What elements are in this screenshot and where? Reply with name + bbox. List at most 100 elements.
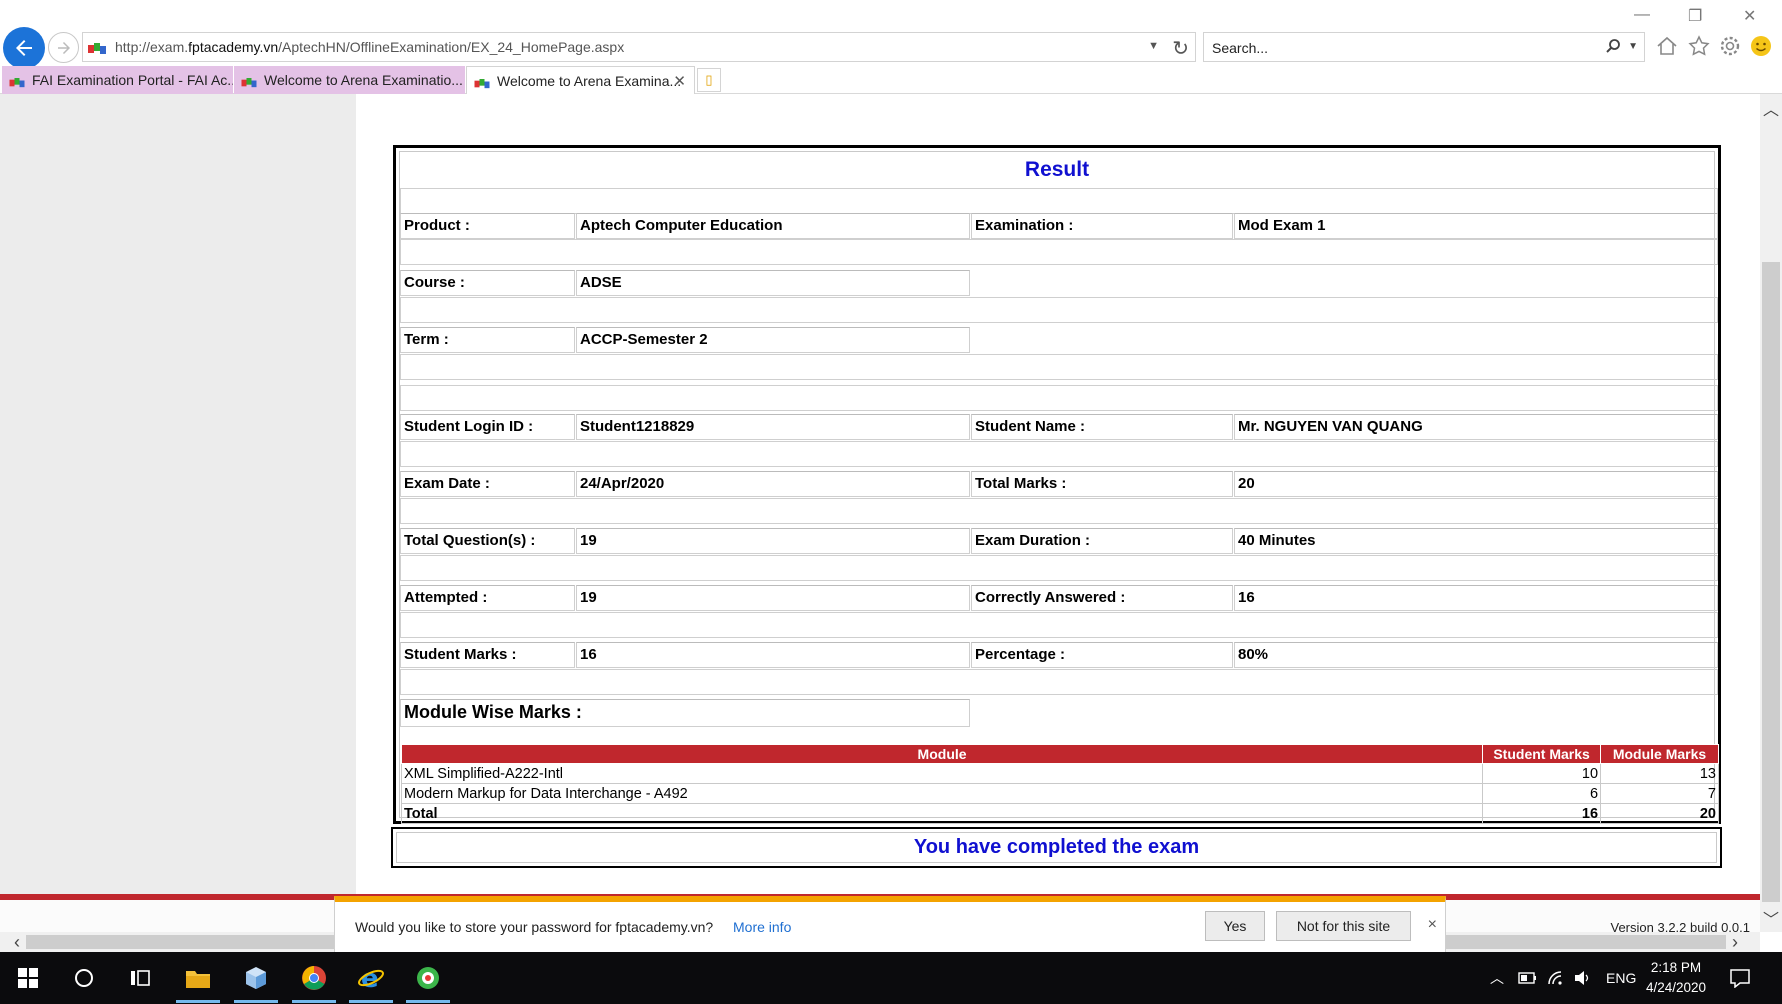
wifi-icon[interactable] xyxy=(1547,952,1565,1004)
examination-label: Examination : xyxy=(971,213,1233,239)
attempted-value: 19 xyxy=(576,585,970,611)
action-center-icon[interactable] xyxy=(1729,952,1751,1004)
tab-strip: FAI Examination Portal - FAI Ac... Welco… xyxy=(0,66,1782,94)
site-favicon-icon xyxy=(88,42,106,60)
internet-explorer-icon[interactable]: e xyxy=(349,958,393,1003)
restore-icon[interactable]: ❐ xyxy=(1688,6,1702,26)
table-total-row: Total 16 20 xyxy=(400,803,1719,824)
total-questions-label: Total Question(s) : xyxy=(400,528,575,554)
password-save-notification: Would you like to store your password fo… xyxy=(334,896,1446,954)
not-for-this-site-button[interactable]: Not for this site xyxy=(1276,911,1411,941)
tab-fai-portal[interactable]: FAI Examination Portal - FAI Ac... xyxy=(2,66,233,94)
back-button[interactable] xyxy=(3,27,45,69)
address-bar[interactable]: http://exam.fptacademy.vn/AptechHN/Offli… xyxy=(82,32,1196,62)
term-label: Term : xyxy=(400,327,575,353)
language-indicator[interactable]: ENG xyxy=(1606,952,1636,1004)
product-value: Aptech Computer Education xyxy=(576,213,970,239)
spacer-row xyxy=(400,498,1718,524)
result-title: Result xyxy=(1024,158,1090,181)
chevron-up-icon: ︿ xyxy=(1490,970,1504,986)
app-cube-icon[interactable] xyxy=(234,958,278,1003)
tab-arena-active[interactable]: Welcome to Arena Examina... ✕ xyxy=(466,66,695,94)
more-info-link[interactable]: More info xyxy=(733,919,791,935)
cortana-search-icon[interactable] xyxy=(62,958,106,998)
scroll-left-icon[interactable]: ‹ xyxy=(14,932,20,953)
spacer-row xyxy=(400,354,1718,380)
scroll-up-icon[interactable]: ︿ xyxy=(1763,96,1779,120)
examination-value: Mod Exam 1 xyxy=(1234,213,1718,239)
minimize-icon[interactable]: — xyxy=(1634,6,1650,24)
clock-date: 4/24/2020 xyxy=(1645,980,1707,995)
file-explorer-icon[interactable] xyxy=(176,958,220,1003)
spacer-row xyxy=(400,441,1718,467)
correctly-answered-value: 16 xyxy=(1234,585,1718,611)
course-value: ADSE xyxy=(576,270,970,296)
total-student-marks-cell: 16 xyxy=(1482,803,1602,824)
password-prompt-text: Would you like to store your password fo… xyxy=(355,919,714,935)
exam-duration-value: 40 Minutes xyxy=(1234,528,1718,554)
spacer-row xyxy=(400,239,1718,265)
result-panel-inner: Result Product : Aptech Computer Educati… xyxy=(399,151,1719,824)
student-marks-cell: 10 xyxy=(1482,763,1602,784)
tab-favicon-icon xyxy=(9,75,25,91)
total-marks-value: 20 xyxy=(1234,471,1718,497)
search-dropdown-icon[interactable]: ▼ xyxy=(1628,41,1638,52)
attempted-label: Attempted : xyxy=(400,585,575,611)
student-login-value: Student1218829 xyxy=(576,414,970,440)
close-notification-icon[interactable]: × xyxy=(1428,916,1437,934)
module-marks-cell: 7 xyxy=(1600,783,1719,804)
feedback-smiley-icon[interactable] xyxy=(1748,33,1774,59)
chrome-browser-icon[interactable] xyxy=(292,958,336,1003)
show-hidden-icons[interactable]: ︿ xyxy=(1490,952,1504,1004)
course-label: Course : xyxy=(400,270,575,296)
student-marks-label: Student Marks : xyxy=(400,642,575,668)
completion-message: You have completed the exam xyxy=(396,832,1717,863)
module-table-header: Module Student Marks Module Marks xyxy=(400,744,1719,764)
volume-icon[interactable] xyxy=(1574,952,1592,1004)
tab-favicon-icon xyxy=(474,76,490,92)
spacer-row xyxy=(400,555,1718,581)
spacer-row xyxy=(400,612,1718,638)
tab-label: Welcome to Arena Examina... xyxy=(497,72,682,89)
vertical-scroll-thumb[interactable] xyxy=(1762,262,1780,902)
clock-time: 2:18 PM xyxy=(1650,960,1702,975)
tab-arena-1[interactable]: Welcome to Arena Examinatio... xyxy=(234,66,465,94)
search-input[interactable]: Search... xyxy=(1212,40,1268,56)
new-tab-button[interactable]: ▯ xyxy=(697,68,721,92)
scroll-down-icon[interactable]: ﹀ xyxy=(1763,906,1779,930)
scroll-right-icon[interactable]: › xyxy=(1732,932,1738,953)
task-view-icon[interactable] xyxy=(118,958,162,998)
search-box[interactable]: Search... ▼ xyxy=(1203,32,1645,62)
arrow-right-icon xyxy=(57,41,70,54)
module-name-cell: Modern Markup for Data Interchange - A49… xyxy=(400,783,1484,804)
tab-label: Welcome to Arena Examinatio... xyxy=(264,72,463,88)
search-icon[interactable] xyxy=(1604,37,1622,60)
address-dropdown-icon[interactable]: ▼ xyxy=(1148,40,1159,52)
module-marks-cell: 13 xyxy=(1600,763,1719,784)
student-marks-cell: 6 xyxy=(1482,783,1602,804)
favorites-star-icon[interactable] xyxy=(1686,33,1712,59)
green-app-icon[interactable] xyxy=(406,958,450,1003)
vertical-scrollbar[interactable]: ︿ ﹀ xyxy=(1760,94,1782,932)
forward-button[interactable] xyxy=(48,32,79,63)
correctly-answered-label: Correctly Answered : xyxy=(971,585,1233,611)
browser-toolbar: http://exam.fptacademy.vn/AptechHN/Offli… xyxy=(0,0,1782,76)
start-windows-icon[interactable] xyxy=(6,958,50,998)
taskbar-clock[interactable]: 2:18 PM 4/24/2020 xyxy=(1636,958,1716,998)
refresh-icon[interactable]: ↻ xyxy=(1172,36,1189,61)
battery-icon[interactable] xyxy=(1518,952,1538,1004)
student-name-value: Mr. NGUYEN VAN QUANG xyxy=(1234,414,1718,440)
windows-taskbar: e ︿ ENG 2:18 PM 4/24/2020 xyxy=(0,952,1782,1004)
student-login-label: Student Login ID : xyxy=(400,414,575,440)
tab-close-icon[interactable]: ✕ xyxy=(673,72,686,90)
exam-duration-label: Exam Duration : xyxy=(971,528,1233,554)
module-wise-marks-heading: Module Wise Marks : xyxy=(400,699,970,727)
close-window-icon[interactable]: ✕ xyxy=(1743,6,1756,26)
spacer-row xyxy=(400,297,1718,323)
settings-gear-icon[interactable] xyxy=(1717,33,1743,59)
table-row: XML Simplified-A222-Intl 10 13 xyxy=(400,763,1719,784)
module-name-cell: XML Simplified-A222-Intl xyxy=(400,763,1484,784)
yes-button[interactable]: Yes xyxy=(1205,911,1265,941)
student-name-label: Student Name : xyxy=(971,414,1233,440)
home-icon[interactable] xyxy=(1654,33,1680,59)
